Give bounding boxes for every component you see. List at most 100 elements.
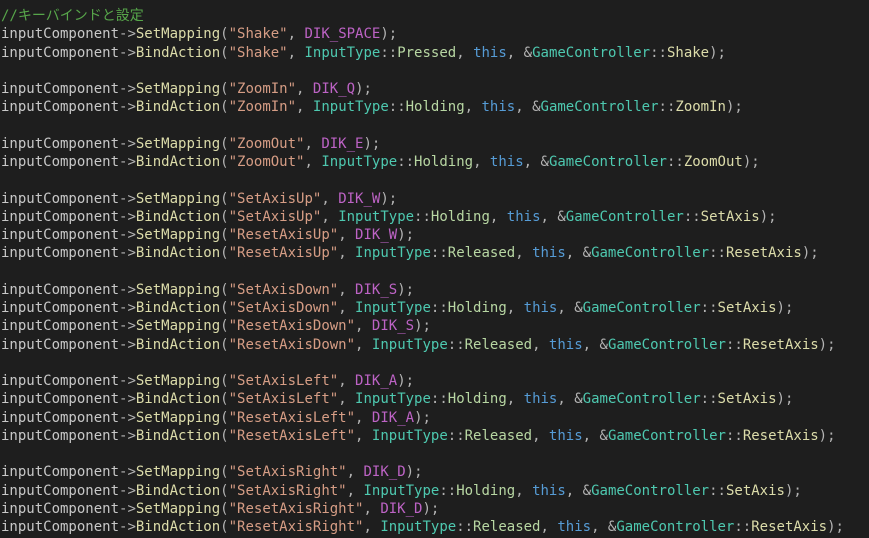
token-punct: ->	[119, 81, 136, 97]
code-line[interactable]: inputComponent->SetMapping("Shake", DIK_…	[1, 25, 397, 43]
token-macro: DIK_W	[355, 227, 398, 243]
token-punct: (	[220, 190, 229, 207]
code-line[interactable]: //キーバインドと設定	[1, 7, 144, 25]
token-punct: (	[220, 409, 229, 426]
token-punct: );	[422, 500, 440, 517]
code-line[interactable]: inputComponent->SetMapping("SetAxisDown"…	[1, 281, 414, 299]
token-punct: ->	[119, 190, 136, 207]
token-punct: );	[397, 281, 415, 298]
token-kw: this	[548, 336, 583, 353]
code-line[interactable]: inputComponent->BindAction("SetAxisUp" , …	[1, 208, 777, 226]
token-str: "ResetAxisRight"	[228, 519, 364, 535]
code-line[interactable]: inputComponent->BindAction("SetAxisRight…	[1, 482, 802, 500]
token-ident: inputComponent	[1, 336, 120, 353]
token-ident: inputComponent	[1, 26, 120, 43]
token-punct: ::	[700, 391, 718, 408]
code-line[interactable]: inputComponent->SetMapping("ResetAxisDow…	[1, 317, 431, 335]
token-punct: ::	[388, 99, 406, 116]
code-line[interactable]: inputComponent->SetMapping("ZoomIn", DIK…	[1, 80, 372, 98]
token-type: InputType	[380, 519, 457, 535]
code-line[interactable]: inputComponent->SetMapping("ResetAxisRig…	[1, 500, 439, 518]
token-enum: Holding	[447, 391, 507, 408]
token-punct: ,	[464, 99, 482, 116]
token-punct: (	[220, 281, 229, 298]
token-type: GameController	[607, 427, 726, 444]
token-fn: SetMapping	[135, 26, 221, 43]
code-line[interactable]: inputComponent->SetMapping("SetAxisRight…	[1, 463, 423, 481]
code-line[interactable]: inputComponent->SetMapping("ZoomOut", DI…	[1, 135, 380, 153]
token-kw: this	[506, 208, 541, 225]
token-enum: Released	[473, 519, 541, 535]
token-punct: (	[220, 135, 229, 152]
code-line[interactable]: inputComponent->BindAction("SetAxisLeft"…	[1, 390, 793, 408]
token-type: GameController	[591, 482, 710, 499]
token-punct: ::	[658, 99, 676, 116]
token-fn: BindAction	[135, 44, 221, 61]
token-punct: (	[220, 208, 229, 225]
token-str: "SetAxisUp"	[228, 208, 322, 225]
token-punct: ,	[346, 482, 364, 499]
token-str: "Shake"	[228, 26, 288, 43]
token-str: "ZoomIn"	[228, 81, 297, 97]
token-punct: (	[220, 300, 229, 316]
code-line[interactable]: inputComponent->SetMapping("SetAxisLeft"…	[1, 372, 414, 390]
token-fn: SetMapping	[135, 318, 221, 335]
code-line[interactable]: inputComponent->BindAction("Shake", Inpu…	[1, 44, 726, 62]
token-enum: Released	[464, 427, 533, 444]
token-enum: Holding	[414, 154, 474, 170]
token-macro: DIK_S	[371, 318, 415, 335]
token-type: InputType	[355, 300, 431, 316]
token-punct: ,	[532, 336, 549, 353]
token-type: InputType	[371, 336, 448, 353]
token-macro: DIK_A	[371, 409, 415, 426]
token-fn: ResetAxis	[742, 336, 819, 353]
token-punct: ,	[355, 427, 372, 444]
token-fn: BindAction	[135, 208, 221, 225]
token-punct: , &	[523, 154, 549, 170]
code-line[interactable]: inputComponent->BindAction("ZoomOut", In…	[1, 153, 760, 171]
token-punct: ::	[700, 300, 718, 316]
token-punct: ->	[119, 281, 136, 298]
token-type: GameController	[532, 44, 651, 61]
token-str: "ResetAxisLeft"	[228, 409, 356, 426]
token-punct: ::	[709, 482, 726, 499]
code-line[interactable]: inputComponent->BindAction("ResetAxisLef…	[1, 427, 836, 445]
token-punct: );	[827, 519, 844, 535]
token-punct: );	[742, 154, 760, 170]
token-punct: ->	[119, 135, 136, 152]
token-punct: (	[220, 44, 229, 61]
token-punct: ->	[119, 391, 136, 408]
token-type: InputType	[312, 99, 389, 116]
token-type: GameController	[540, 99, 659, 116]
token-punct: ::	[734, 519, 752, 535]
token-ident: inputComponent	[1, 44, 120, 61]
token-kw: this	[481, 99, 516, 116]
code-line[interactable]: inputComponent->BindAction("ResetAxisRig…	[1, 518, 844, 536]
token-punct: ->	[119, 245, 136, 262]
token-punct: ::	[414, 208, 431, 225]
token-fn: SetMapping	[135, 409, 221, 426]
token-fn: BindAction	[135, 300, 221, 316]
code-line[interactable]: inputComponent->BindAction("SetAxisDown"…	[1, 299, 793, 317]
token-fn: SetMapping	[135, 81, 221, 97]
code-line[interactable]: inputComponent->BindAction("ResetAxisDow…	[1, 336, 836, 354]
token-str: "SetAxisRight"	[228, 464, 347, 481]
token-type: InputType	[338, 208, 415, 225]
code-line[interactable]: inputComponent->SetMapping("ResetAxisUp"…	[1, 226, 414, 244]
code-line[interactable]: inputComponent->SetMapping("ResetAxisLef…	[1, 409, 431, 427]
token-punct: ::	[709, 245, 726, 262]
token-punct: (	[220, 227, 229, 243]
token-punct: ::	[380, 44, 398, 61]
token-fn: SetMapping	[135, 227, 221, 243]
code-line[interactable]: inputComponent->BindAction("ZoomIn", Inp…	[1, 98, 743, 116]
code-editor[interactable]: //キーバインドと設定 inputComponent->SetMapping("S…	[0, 0, 869, 538]
token-punct: ::	[447, 427, 465, 444]
code-line[interactable]: inputComponent->BindAction("ResetAxisUp"…	[1, 244, 819, 262]
token-ident: inputComponent	[1, 99, 120, 116]
code-line[interactable]: inputComponent->SetMapping("SetAxisUp", …	[1, 190, 397, 208]
token-punct: ,	[515, 482, 533, 499]
token-fn: ResetAxis	[751, 519, 828, 535]
token-punct: ::	[430, 300, 448, 316]
token-punct: );	[725, 99, 743, 116]
token-fn: BindAction	[135, 99, 221, 116]
